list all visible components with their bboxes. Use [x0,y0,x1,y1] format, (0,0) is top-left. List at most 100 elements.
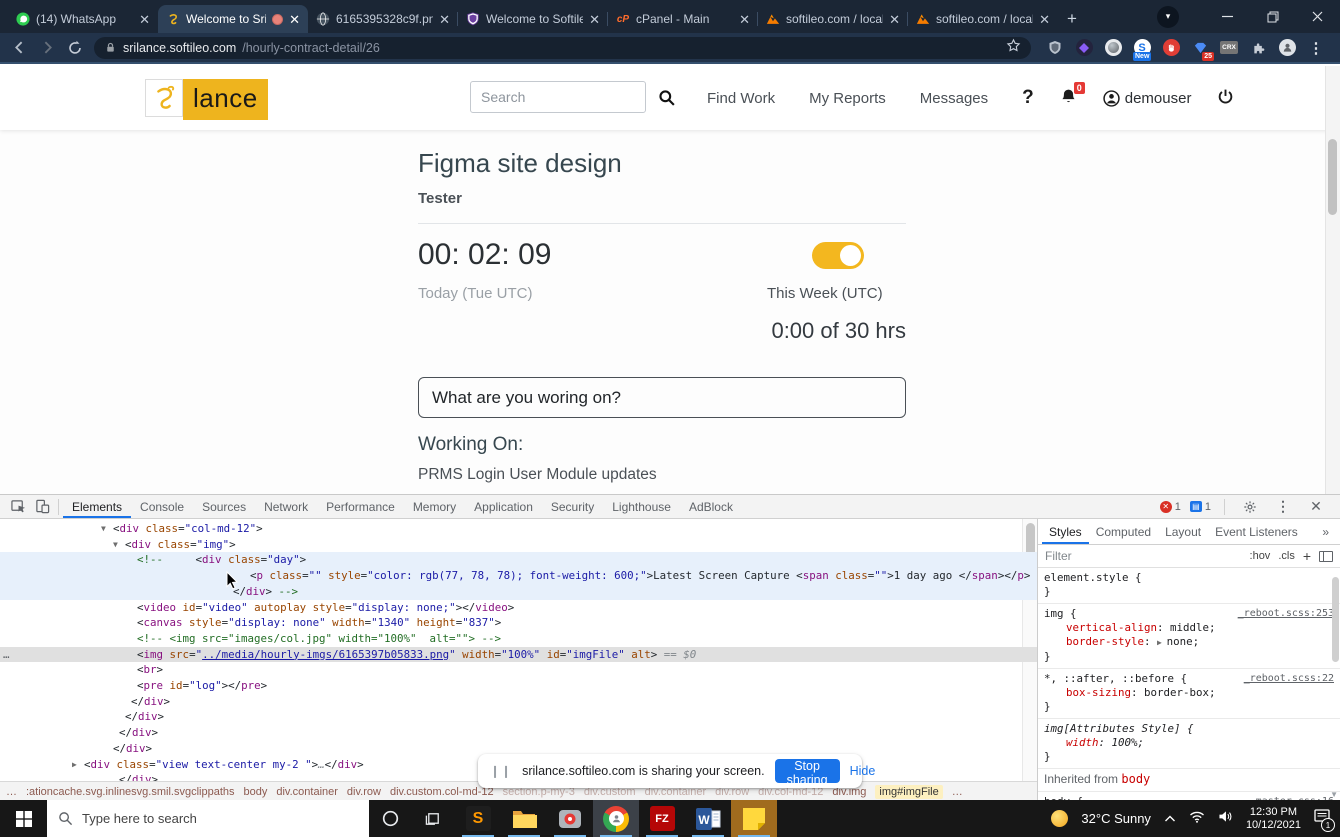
code-line-2[interactable]: <!-- <div class="day"> [0,552,1037,569]
crx-extension-icon[interactable]: CRX [1219,38,1239,58]
devtools-tab-security[interactable]: Security [542,495,603,518]
style-rule-4[interactable]: Inherited from body [1038,769,1340,792]
wifi-icon[interactable] [1189,810,1205,828]
browser-tab-3[interactable]: Welcome to Softile ✕ [457,5,608,33]
taskbar-app-screen-recorder[interactable] [547,800,593,837]
help-button[interactable]: ? [1022,87,1034,109]
error-count[interactable]: ✕ 1 [1159,500,1181,513]
nav-my-reports[interactable]: My Reports [809,90,886,107]
back-button[interactable] [10,39,28,57]
nav-messages[interactable]: Messages [920,90,988,107]
tray-chevron-icon[interactable] [1164,810,1176,828]
breadcrumb-item-1[interactable]: :ationcache.svg.inlinesvg.smil.svgclippa… [26,786,235,798]
tab-close-icon[interactable]: ✕ [589,13,600,26]
s-extension-icon[interactable]: S New [1132,38,1152,61]
elements-tree[interactable]: ▼ <div class="col-md-12"> ▼ <div class="img… [0,519,1037,782]
code-line-3[interactable]: <p class="" style="color: rgb(77, 78, 78… [0,568,1037,584]
devtools-tab-sources[interactable]: Sources [193,495,255,518]
devtools-menu-dots-icon[interactable]: ⋮ [1271,495,1295,518]
browser-tab-1[interactable]: Welcome to Sri ✕ [158,5,308,33]
taskbar-app-word[interactable]: W [685,800,731,837]
devtools-tab-application[interactable]: Application [465,495,542,518]
weather-sun-icon[interactable] [1051,810,1069,827]
start-button[interactable] [0,800,47,837]
devtools-tab-performance[interactable]: Performance [317,495,404,518]
tab-close-icon[interactable]: ✕ [289,13,300,26]
purple-diamond-extension-icon[interactable] [1074,38,1094,58]
pseudo-state-toggle[interactable]: :hov [1250,550,1271,562]
styles-scrollbar-thumb[interactable] [1332,577,1339,662]
forward-button[interactable] [38,39,56,57]
close-window-button[interactable] [1295,0,1340,33]
restore-button[interactable] [1250,0,1295,33]
code-line-6[interactable]: <canvas style="display: none" width="134… [0,615,1037,631]
browser-tab-5[interactable]: softileo.com / local ✕ [757,5,908,33]
taskbar-app-filezilla[interactable]: FZ [639,800,685,837]
task-view-button[interactable] [412,800,455,837]
refresh-button[interactable] [66,39,84,57]
action-center-icon[interactable]: 1 [1314,809,1335,832]
gem-extension-icon[interactable]: 25 [1190,38,1214,61]
browser-menu-dots-icon[interactable]: ⋮ [1306,38,1326,58]
stylesheet-link[interactable]: _reboot.scss:253 [1238,607,1334,621]
style-rule-3[interactable]: img[Attributes Style] {width: 100%;} [1038,719,1340,769]
breadcrumb-item-12[interactable]: img#imgFile [875,784,943,799]
styles-tab-[interactable]: » [1315,519,1336,544]
devtools-tab-network[interactable]: Network [255,495,317,518]
code-line-0[interactable]: ▼ <div class="col-md-12"> [0,521,1037,537]
class-toggle[interactable]: .cls [1278,550,1295,562]
sphere-extension-icon[interactable] [1103,38,1123,58]
stop-sharing-button[interactable]: Stop sharing [774,759,840,787]
taskbar-app-file-explorer[interactable] [501,800,547,837]
devtools-tab-adblock[interactable]: AdBlock [680,495,742,518]
media-controls-button[interactable]: ▾ [1157,5,1179,28]
tab-close-icon[interactable]: ✕ [439,13,450,26]
code-line-13[interactable]: </div> [0,725,1037,741]
tab-close-icon[interactable]: ✕ [889,13,900,26]
devtools-tab-memory[interactable]: Memory [404,495,465,518]
volume-icon[interactable] [1218,810,1233,828]
styles-tab-layout[interactable]: Layout [1158,519,1208,544]
taskbar-app-sticky-notes[interactable] [731,800,777,837]
new-tab-button[interactable]: + [1058,5,1086,33]
breadcrumb-item-0[interactable]: … [6,786,17,798]
address-bar[interactable]: srilance.softileo.com/hourly-contract-de… [94,36,1031,59]
timer-toggle[interactable] [812,242,864,269]
devtools-tab-elements[interactable]: Elements [63,495,131,518]
code-line-10[interactable]: <pre id="log"></pre> [0,678,1037,694]
hide-share-bar-link[interactable]: Hide [850,764,876,778]
adblock-hand-extension-icon[interactable] [1161,38,1181,58]
clock[interactable]: 12:30 PM 10/12/2021 [1246,806,1301,832]
task-input[interactable] [418,377,906,418]
new-style-rule-button[interactable]: + [1303,548,1311,564]
code-line-11[interactable]: </div> [0,694,1037,710]
minimize-button[interactable] [1205,0,1250,33]
style-rule-0[interactable]: element.style {} [1038,568,1340,604]
breadcrumb-item-13[interactable]: … [952,786,963,798]
code-line-5[interactable]: <video id="video" autoplay style="displa… [0,600,1037,616]
issue-count[interactable]: ▤ 1 [1189,501,1211,513]
breadcrumb-item-5[interactable]: div.custom.col-md-12 [390,786,494,798]
browser-tab-0[interactable]: (14) WhatsApp ✕ [8,5,158,33]
browser-tab-4[interactable]: cP cPanel - Main ✕ [607,5,758,33]
stylesheet-link[interactable]: _reboot.scss:22 [1244,672,1334,686]
device-toolbar-icon[interactable] [30,495,54,518]
browser-tab-6[interactable]: softileo.com / local ✕ [907,5,1058,33]
taskbar-search[interactable]: Type here to search [47,800,369,837]
code-line-4[interactable]: </div> --> [0,583,1037,600]
taskbar-app-chrome[interactable] [593,800,639,837]
styles-tab-computed[interactable]: Computed [1089,519,1158,544]
breadcrumb-item-3[interactable]: div.container [276,786,338,798]
extensions-puzzle-icon[interactable] [1248,38,1268,58]
style-rule-1[interactable]: _reboot.scss:253 img {vertical-align: mid… [1038,604,1340,669]
devtools-close-icon[interactable]: ✕ [1304,495,1328,518]
devtools-settings-gear-icon[interactable] [1238,495,1262,518]
bookmark-star-icon[interactable] [1006,38,1021,58]
cortana-button[interactable] [369,800,412,837]
tab-close-icon[interactable]: ✕ [739,13,750,26]
style-rule-2[interactable]: _reboot.scss:22 *, ::after, ::before {box… [1038,669,1340,719]
profile-avatar-icon[interactable] [1277,38,1297,58]
site-search-input[interactable] [470,81,646,113]
nav-find-work[interactable]: Find Work [707,90,775,107]
computed-sidebar-icon[interactable] [1319,550,1333,562]
